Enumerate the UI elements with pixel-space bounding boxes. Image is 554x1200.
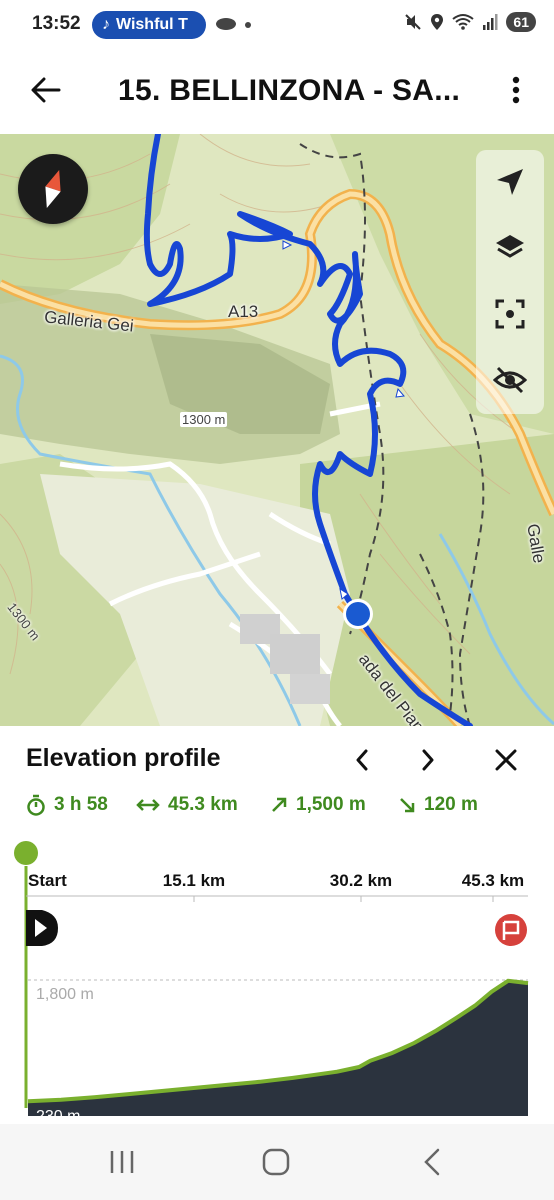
locate-me-button[interactable] <box>476 150 544 214</box>
chevron-back-icon <box>424 1148 440 1176</box>
hide-route-button[interactable] <box>476 348 544 412</box>
recents-button[interactable] <box>92 1142 152 1182</box>
system-back-button[interactable] <box>402 1142 462 1182</box>
x-tick-label: 45.3 km <box>462 871 524 890</box>
stat-distance: 45.3 km <box>136 794 238 816</box>
map-canvas[interactable] <box>0 134 554 726</box>
media-app-name: Wishful T <box>116 16 188 33</box>
map-label-contour: 1300 m <box>180 412 228 427</box>
signal-icon <box>483 14 498 30</box>
close-icon <box>495 749 517 771</box>
horizontal-arrows-icon <box>136 799 160 811</box>
compass-icon <box>45 169 61 209</box>
stat-ascent-value: 1,500 m <box>296 794 366 815</box>
stat-descent-value: 120 m <box>424 794 478 815</box>
more-options-button[interactable] <box>498 70 534 110</box>
map-label-road-number: A13 <box>228 302 259 321</box>
previous-button[interactable] <box>344 742 380 778</box>
route-stats: 3 h 58 45.3 km 1,500 m 120 m <box>26 794 536 822</box>
close-button[interactable] <box>488 742 524 778</box>
y-tick-label: 1,800 m <box>36 986 94 1003</box>
finish-marker[interactable] <box>495 914 527 946</box>
notification-icons <box>214 14 254 39</box>
fit-route-button[interactable] <box>476 282 544 346</box>
recents-icon <box>110 1151 134 1173</box>
stat-descent: 120 m <box>398 794 478 816</box>
music-note-icon: ♪ <box>102 16 110 33</box>
more-vertical-icon <box>512 76 520 104</box>
stat-duration-value: 3 h 58 <box>54 794 108 815</box>
chevron-right-icon <box>422 749 434 771</box>
elevation-chart-svg[interactable]: Start 15.1 km 30.2 km 45.3 km 1,800 m 230 m <box>0 836 554 1124</box>
media-chip[interactable]: ♪ Wishful T <box>92 11 206 39</box>
arrow-down-right-icon <box>400 798 415 813</box>
map-view[interactable]: Galleria Gei A13 1300 m 1300 m ada del P… <box>0 134 554 726</box>
app-header: 15. BELLINZONA - SA... <box>0 52 554 134</box>
compass-button[interactable] <box>18 154 88 224</box>
battery-indicator: 61 <box>506 12 536 32</box>
map-controls <box>476 150 544 414</box>
mute-icon <box>405 14 422 30</box>
arrow-left-icon <box>31 77 61 103</box>
system-icons: 61 <box>404 12 536 32</box>
status-time: 13:52 <box>32 13 81 34</box>
location-icon <box>431 14 444 30</box>
home-icon <box>262 1148 290 1176</box>
x-tick-label: 30.2 km <box>330 871 392 890</box>
chevron-left-icon <box>356 749 368 771</box>
page-title: 15. BELLINZONA - SA... <box>118 74 461 107</box>
next-button[interactable] <box>410 742 446 778</box>
cloud-icon <box>216 18 251 30</box>
arrow-up-right-icon <box>272 797 287 812</box>
stat-duration: 3 h 58 <box>26 794 108 816</box>
focus-frame-icon <box>495 299 525 329</box>
position-cursor-handle[interactable] <box>14 841 38 865</box>
home-button[interactable] <box>246 1142 306 1182</box>
stat-ascent: 1,500 m <box>270 794 366 816</box>
back-button[interactable] <box>26 70 66 110</box>
system-nav-bar <box>0 1124 554 1200</box>
navigation-arrow-icon <box>497 169 523 195</box>
panel-title: Elevation profile <box>26 744 221 772</box>
stat-distance-value: 45.3 km <box>168 794 238 815</box>
elevation-chart[interactable]: Start 15.1 km 30.2 km 45.3 km 1,800 m 230 m <box>0 836 554 1124</box>
y-tick-label: 230 m <box>36 1108 80 1124</box>
wifi-icon <box>452 14 475 30</box>
status-bar: 13:52 ♪ Wishful T 61 <box>0 0 554 52</box>
eye-off-icon <box>493 366 527 394</box>
stopwatch-icon <box>27 794 45 816</box>
layers-icon <box>496 235 524 258</box>
layers-button[interactable] <box>476 216 544 280</box>
x-tick-label: Start <box>28 871 67 890</box>
x-tick-label: 15.1 km <box>163 871 225 890</box>
start-marker[interactable] <box>26 910 58 946</box>
elevation-panel: Elevation profile 3 h 58 45.3 km 1,500 m… <box>0 726 554 1124</box>
